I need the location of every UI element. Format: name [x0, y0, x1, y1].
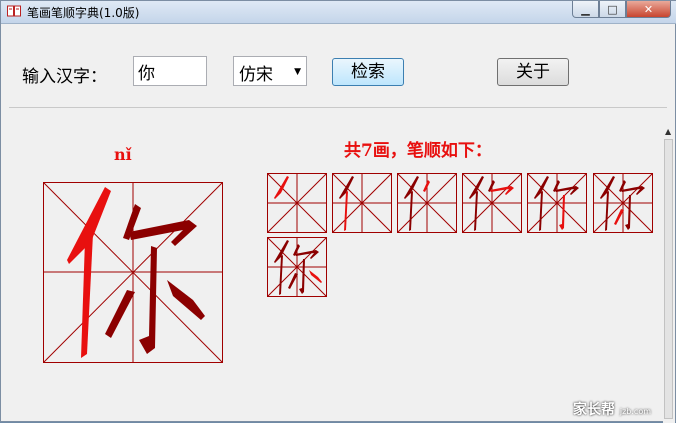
- title-bar[interactable]: 笔画笔顺字典(1.0版) ▁ □ ✕: [1, 1, 676, 24]
- pinyin-label: nǐ: [114, 145, 132, 164]
- dropdown-arrow-icon: ▼: [294, 67, 301, 77]
- stroke-order-heading: 共7画，笔顺如下：: [344, 141, 492, 161]
- input-label: 输入汉字：: [22, 67, 107, 87]
- stroke-step-7: [267, 237, 327, 297]
- font-select[interactable]: 仿宋 ▼: [233, 56, 307, 86]
- stroke-step-2: [332, 173, 392, 233]
- stroke-step-1: [267, 173, 327, 233]
- app-window: 笔画笔顺字典(1.0版) ▁ □ ✕ 输入汉字： 你 仿宋 ▼ 检索 关于 nǐ…: [0, 0, 676, 423]
- window-title: 笔画笔顺字典(1.0版): [27, 6, 140, 20]
- stroke-step-6: [593, 173, 653, 233]
- watermark-text: 家长帮: [573, 402, 615, 418]
- minimize-button[interactable]: ▁: [572, 1, 599, 18]
- scroll-up-icon[interactable]: ▲: [665, 127, 671, 136]
- maximize-icon: □: [607, 2, 618, 16]
- stroke-step-5: [527, 173, 587, 233]
- scroll-thumb[interactable]: [664, 139, 673, 419]
- close-icon: ✕: [643, 2, 654, 16]
- book-icon: [7, 5, 21, 17]
- font-select-value: 仿宋: [239, 65, 273, 85]
- window-controls: ▁ □ ✕: [572, 1, 671, 18]
- search-toolbar: 输入汉字： 你 仿宋 ▼ 检索 关于: [9, 31, 667, 108]
- close-button[interactable]: ✕: [626, 1, 671, 18]
- stroke-step-4: [462, 173, 522, 233]
- watermark: 家长帮 jzb.com: [573, 399, 651, 419]
- search-button[interactable]: 检索: [332, 58, 404, 86]
- character-input[interactable]: 你: [133, 56, 207, 86]
- about-button[interactable]: 关于: [497, 58, 569, 86]
- vertical-scrollbar[interactable]: ▲: [663, 127, 675, 423]
- character-grid: [43, 182, 223, 363]
- watermark-sub: jzb.com: [619, 407, 652, 416]
- minimize-icon: ▁: [581, 2, 590, 16]
- stroke-step-3: [397, 173, 457, 233]
- maximize-button[interactable]: □: [599, 1, 626, 18]
